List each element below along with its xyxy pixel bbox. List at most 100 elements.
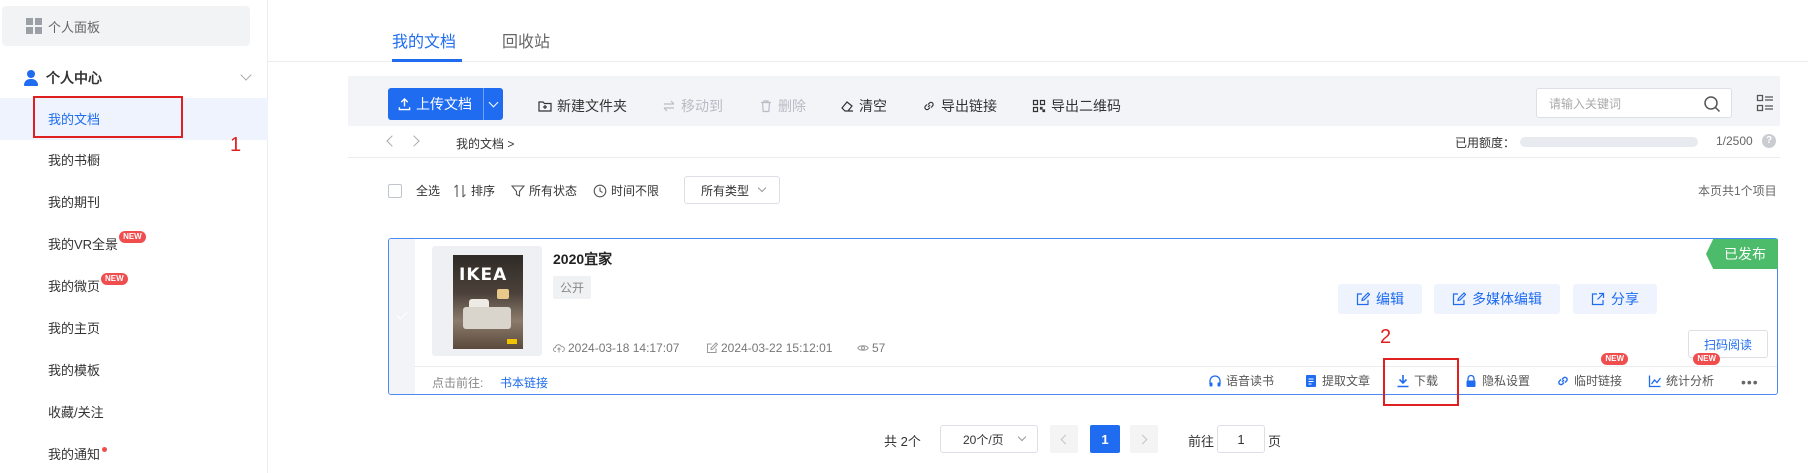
new-badge: NEW	[1601, 353, 1629, 365]
move-to-button[interactable]: 移动到	[662, 96, 723, 116]
upload-button[interactable]: 上传文档	[388, 88, 503, 120]
new-folder-button[interactable]: 新建文件夹	[538, 96, 627, 116]
forward-arrow-icon[interactable]	[408, 135, 420, 147]
temp-link-label: 临时链接	[1574, 374, 1623, 388]
annotation-box-1	[33, 96, 183, 138]
item-count: 本页共1个项目	[1698, 184, 1777, 198]
delete-label: 删除	[778, 98, 806, 114]
sidebar-item-journals[interactable]: 我的期刊	[48, 193, 100, 213]
breadcrumb-current: 我的文档	[456, 137, 505, 151]
multimedia-edit-label: 多媒体编辑	[1472, 291, 1542, 307]
audio-book-label: 语音读书	[1226, 374, 1275, 388]
search-placeholder: 请输入关键词	[1549, 96, 1622, 111]
extract-article-label: 提取文章	[1322, 374, 1371, 388]
view-count-value: 57	[872, 341, 886, 355]
prev-page-button[interactable]	[1050, 425, 1078, 453]
back-arrow-icon[interactable]	[386, 135, 398, 147]
page-1-button[interactable]: 1	[1090, 425, 1120, 453]
chevron-left-icon	[1060, 434, 1071, 444]
checkbox[interactable]	[388, 183, 402, 198]
sidebar: 个人面板 个人中心 我的文档 我的书橱 我的期刊 我的VR全景NEW 我的微页N…	[0, 0, 268, 473]
share-icon	[1591, 292, 1605, 306]
type-select[interactable]: 所有类型	[684, 176, 780, 204]
export-qr-button[interactable]: 导出二维码	[1032, 96, 1121, 116]
upload-dropdown-toggle[interactable]	[483, 88, 503, 120]
status-filter-label: 所有状态	[529, 184, 578, 198]
sort-icon	[454, 184, 466, 197]
card-select-strip[interactable]	[389, 239, 415, 394]
top-tabs	[268, 0, 1808, 62]
time-filter-label: 时间不限	[611, 184, 660, 198]
modified-time-value: 2024-03-22 15:12:01	[721, 341, 833, 355]
help-icon[interactable]: ?	[1762, 134, 1776, 148]
breadcrumb[interactable]: 我的文档 >	[456, 135, 514, 152]
chevron-down-icon	[757, 183, 767, 193]
export-link-label: 导出链接	[941, 98, 997, 114]
annotation-number-1: 1	[230, 134, 242, 156]
temp-link-button[interactable]: 临时链接 NEW	[1556, 353, 1629, 389]
check-icon	[396, 308, 408, 320]
quota-value: 1/2500	[1716, 134, 1753, 148]
sidebar-item-notifications[interactable]: 我的通知	[48, 445, 108, 465]
sidebar-item-homepage[interactable]: 我的主页	[48, 319, 100, 339]
extract-article-button[interactable]: 提取文章	[1304, 372, 1370, 389]
status-filter[interactable]: 所有状态	[511, 182, 577, 199]
new-badge: NEW	[119, 231, 146, 243]
created-time-value: 2024-03-18 14:17:07	[568, 341, 680, 355]
transfer-icon	[663, 100, 675, 112]
document-extract-icon	[1306, 374, 1316, 387]
user-icon	[24, 70, 38, 86]
document-cover-image[interactable]: IKEA	[453, 255, 523, 349]
sidebar-item-templates[interactable]: 我的模板	[48, 361, 100, 381]
view-count: 57	[857, 341, 885, 355]
document-title[interactable]: 2020宜家	[553, 249, 612, 269]
multimedia-edit-button[interactable]: 多媒体编辑	[1434, 284, 1560, 314]
dashboard-icon	[26, 18, 42, 34]
new-badge: NEW	[101, 273, 128, 285]
quota-progress-bar	[1520, 137, 1698, 147]
sidebar-item-vr[interactable]: 我的VR全景NEW	[48, 231, 146, 255]
personal-center-header[interactable]: 个人中心	[24, 68, 252, 88]
next-page-button[interactable]	[1130, 425, 1158, 453]
type-select-value: 所有类型	[701, 183, 750, 198]
clear-label: 清空	[859, 98, 887, 114]
active-tab-indicator	[392, 59, 462, 62]
list-view-icon[interactable]	[1756, 94, 1774, 112]
edit-button[interactable]: 编辑	[1338, 284, 1422, 314]
upload-label: 上传文档	[416, 96, 472, 112]
chevron-down-icon	[1017, 432, 1027, 442]
sort-button[interactable]: 排序	[453, 182, 495, 199]
dashboard-item[interactable]: 个人面板	[2, 6, 250, 46]
lock-icon	[1466, 374, 1476, 387]
search-icon[interactable]	[1703, 95, 1721, 113]
sidebar-item-favorites[interactable]: 收藏/关注	[48, 403, 104, 423]
privacy-settings-button[interactable]: 隐私设置	[1464, 372, 1530, 389]
share-button[interactable]: 分享	[1573, 284, 1657, 314]
goto-page-input[interactable]: 1	[1217, 425, 1265, 453]
more-options-icon[interactable]: •••	[1741, 374, 1759, 390]
headphones-icon	[1209, 374, 1221, 386]
chevron-down-icon	[488, 97, 499, 107]
sidebar-item-bookshelf[interactable]: 我的书橱	[48, 151, 100, 171]
sidebar-item-micro-page[interactable]: 我的微页NEW	[48, 273, 128, 297]
delete-button[interactable]: 删除	[759, 96, 806, 116]
book-link[interactable]: 书本链接	[500, 374, 548, 391]
tab-my-docs[interactable]: 我的文档	[392, 28, 456, 52]
select-all-checkbox[interactable]: 全选	[388, 182, 440, 199]
upload-icon	[398, 97, 411, 110]
search-input[interactable]: 请输入关键词	[1536, 88, 1732, 118]
sort-label: 排序	[471, 184, 496, 198]
cloud-upload-icon	[553, 344, 565, 353]
time-filter[interactable]: 时间不限	[593, 182, 659, 199]
history-nav	[386, 135, 420, 147]
page-size-select[interactable]: 20个/页	[940, 425, 1038, 453]
visibility-tag: 公开	[553, 276, 592, 299]
statistics-button[interactable]: 统计分析 NEW	[1648, 353, 1721, 389]
published-status-badge: 已发布	[1706, 239, 1778, 269]
tab-recycle-bin[interactable]: 回收站	[502, 28, 550, 52]
edit-icon	[1452, 292, 1466, 306]
pagination-total: 共 2个	[884, 434, 921, 449]
clear-button[interactable]: 清空	[840, 96, 887, 116]
audio-book-button[interactable]: 语音读书	[1208, 372, 1274, 389]
export-link-button[interactable]: 导出链接	[922, 96, 997, 116]
